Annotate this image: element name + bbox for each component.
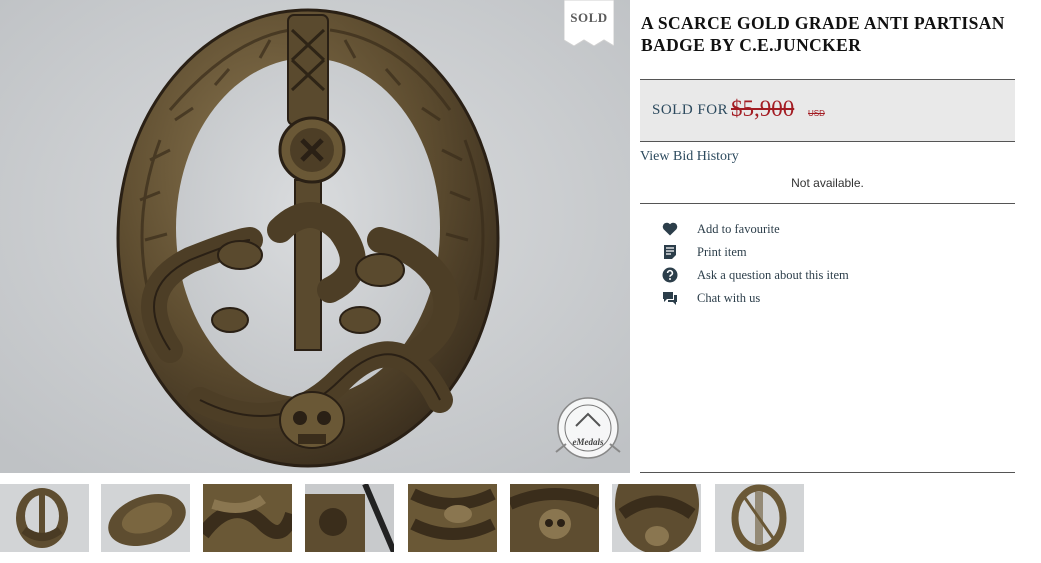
price-currency: USD (808, 109, 825, 118)
heart-icon (662, 221, 678, 237)
thumbnail-7[interactable] (612, 484, 701, 552)
price-box: SOLD FOR $5,900 USD (640, 79, 1015, 142)
main-product-image[interactable]: SOLD eMedals (0, 0, 630, 473)
sold-price: $5,900 (731, 96, 795, 121)
divider-bottom (640, 472, 1015, 473)
thumbnail-6[interactable] (510, 484, 599, 552)
thumbnail-4[interactable] (305, 484, 394, 552)
add-to-favourite-button[interactable]: Add to favourite (660, 220, 900, 238)
thumbnail-2[interactable] (101, 484, 190, 552)
print-item-label: Print item (697, 245, 747, 259)
sold-for-label: SOLD FOR (652, 102, 729, 118)
chat-bubbles-icon (662, 290, 678, 306)
listing-title: A SCARCE GOLD GRADE ANTI PARTISAN BADGE … (641, 13, 1005, 55)
add-to-favourite-label: Add to favourite (697, 222, 780, 236)
sold-ribbon-label: SOLD (570, 10, 608, 25)
watermark-label: eMedals (572, 437, 604, 447)
print-item-button[interactable]: Print item (660, 243, 900, 261)
sold-ribbon: SOLD (564, 0, 614, 46)
emedals-watermark: eMedals (548, 390, 628, 468)
chat-with-us-label: Chat with us (697, 291, 761, 305)
thumbnail-strip (0, 484, 820, 552)
ask-question-button[interactable]: Ask a question about this item (660, 266, 900, 284)
ask-question-label: Ask a question about this item (697, 268, 849, 282)
listing-details-panel: A SCARCE GOLD GRADE ANTI PARTISAN BADGE … (640, 0, 1015, 480)
bid-history-status: Not available. (791, 176, 864, 190)
thumbnail-3[interactable] (203, 484, 292, 552)
view-bid-history-link[interactable]: View Bid History (640, 149, 739, 165)
anti-partisan-badge-image (0, 0, 630, 473)
document-icon (662, 244, 678, 260)
chat-with-us-button[interactable]: Chat with us (660, 289, 900, 307)
thumbnail-5[interactable] (408, 484, 497, 552)
thumbnail-1[interactable] (0, 484, 89, 552)
divider-top (640, 203, 1015, 204)
thumbnail-8[interactable] (715, 484, 804, 552)
question-icon (662, 267, 678, 283)
